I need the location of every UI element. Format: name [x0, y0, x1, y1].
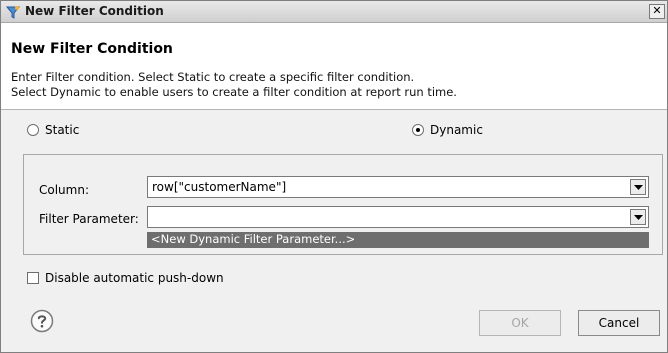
dynamic-radio-label: Dynamic	[430, 123, 483, 137]
column-label: Column:	[39, 183, 89, 197]
column-dropdown-button[interactable]	[630, 179, 646, 195]
filter-condition-dialog: New Filter Condition ✕ New Filter Condit…	[0, 0, 668, 353]
description-line-1: Enter Filter condition. Select Static to…	[11, 70, 415, 84]
help-icon[interactable]	[30, 309, 54, 333]
column-combo[interactable]: row["customerName"]	[147, 176, 649, 198]
column-combo-value: row["customerName"]	[152, 180, 287, 194]
title-bar[interactable]: New Filter Condition ✕	[1, 1, 667, 23]
filter-dialog-icon	[5, 6, 21, 19]
disable-pushdown-label: Disable automatic push-down	[45, 271, 224, 285]
filter-parameter-label: Filter Parameter:	[39, 212, 139, 226]
dynamic-radio-circle[interactable]	[412, 124, 424, 136]
filter-parameter-combo[interactable]	[147, 206, 649, 228]
dialog-heading: New Filter Condition	[11, 41, 173, 57]
window-title: New Filter Condition	[25, 4, 164, 18]
filter-parameter-dropdown-button[interactable]	[630, 209, 646, 225]
dynamic-radio[interactable]: Dynamic	[412, 123, 483, 137]
disable-pushdown-checkbox[interactable]	[27, 272, 39, 284]
description-line-2: Select Dynamic to enable users to create…	[11, 85, 457, 99]
close-icon: ✕	[652, 4, 662, 17]
chevron-down-icon	[634, 185, 643, 190]
new-dynamic-filter-parameter-option[interactable]: <New Dynamic Filter Parameter...>	[147, 232, 649, 248]
close-button[interactable]: ✕	[649, 4, 665, 19]
ok-button[interactable]: OK	[479, 310, 561, 336]
static-radio-label: Static	[45, 123, 80, 137]
dialog-header: New Filter Condition Enter Filter condit…	[1, 23, 667, 110]
static-radio[interactable]: Static	[27, 123, 79, 137]
chevron-down-icon	[634, 215, 643, 220]
dialog-description: Enter Filter condition. Select Static to…	[11, 70, 457, 100]
disable-pushdown-checkbox-row[interactable]: Disable automatic push-down	[27, 271, 224, 285]
radio-selected-dot	[416, 128, 420, 132]
static-radio-circle[interactable]	[27, 124, 39, 136]
cancel-button[interactable]: Cancel	[578, 310, 660, 336]
